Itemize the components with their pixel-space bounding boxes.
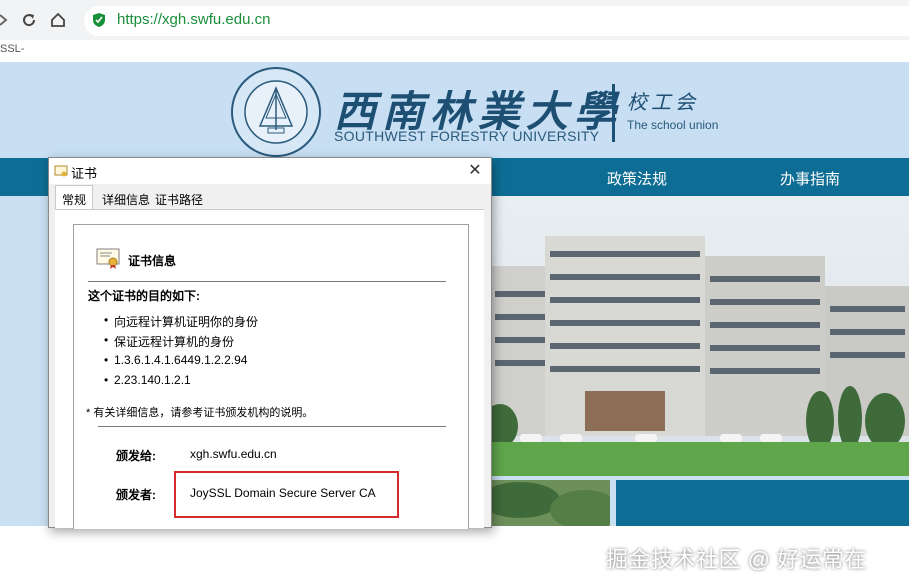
browser-toolbar: https://xgh.swfu.edu.cn	[0, 0, 909, 40]
certificate-info-box: 证书信息 这个证书的目的如下: 向远程计算机证明你的身份 保证远程计算机的身份 …	[73, 224, 469, 529]
tab-cert-path[interactable]: 证书路径	[155, 191, 203, 208]
tab-details[interactable]: 详细信息	[102, 191, 150, 208]
bullet-dot: •	[104, 333, 109, 347]
purpose-item: 保证远程计算机的身份	[114, 335, 235, 349]
info-note: * 有关详细信息，请参考证书颁发机构的说明。	[86, 407, 314, 419]
certificate-dialog: 证书 ✕ 常规 详细信息 证书路径 证书信息 这个证书的目的如下: 向远程计算机…	[48, 157, 492, 529]
header-divider	[612, 84, 615, 142]
nav-item-guide[interactable]: 办事指南	[780, 168, 840, 189]
thumbnail-photo[interactable]	[490, 480, 610, 526]
university-emblem-icon	[231, 67, 321, 157]
watermark-text: 掘金技术社区 @ 好运常在	[606, 547, 868, 572]
bullet-dot: •	[104, 313, 109, 327]
union-name-en: The school union	[627, 118, 719, 132]
close-button[interactable]: ✕	[465, 161, 485, 181]
purpose-item: 2.23.140.1.2.1	[114, 373, 191, 387]
forward-icon[interactable]	[0, 9, 14, 31]
secure-shield-icon[interactable]	[92, 12, 106, 28]
bookmarks-bar: SSL-	[0, 40, 909, 63]
bullet-dot: •	[104, 373, 109, 387]
tab-general[interactable]: 常规	[62, 191, 86, 208]
site-header: 西南林業大學 SOUTHWEST FORESTRY UNIVERSITY 校工会…	[0, 62, 909, 158]
highlight-box	[174, 471, 399, 518]
news-panel	[616, 480, 909, 526]
url-text[interactable]: https://xgh.swfu.edu.cn	[117, 11, 270, 28]
purpose-item: 向远程计算机证明你的身份	[114, 315, 259, 329]
campus-photo	[490, 196, 909, 476]
home-icon[interactable]	[47, 9, 69, 31]
dialog-titlebar: 证书 ✕	[49, 158, 491, 184]
reload-icon[interactable]	[18, 9, 40, 31]
purpose-item: 1.3.6.1.4.1.6449.1.2.2.94	[114, 353, 248, 367]
general-panel: 证书信息 这个证书的目的如下: 向远程计算机证明你的身份 保证远程计算机的身份 …	[55, 209, 484, 529]
separator	[98, 426, 446, 427]
purpose-title: 这个证书的目的如下:	[88, 289, 200, 303]
bookmark-item[interactable]: SSL-	[0, 43, 24, 55]
issued-to-label: 颁发给:	[116, 449, 156, 463]
separator	[88, 281, 446, 282]
certificate-info-title: 证书信息	[128, 254, 177, 268]
union-name-cn: 校工会	[627, 90, 699, 114]
nav-item-policy[interactable]: 政策法规	[607, 168, 667, 189]
issued-by-label: 颁发者:	[116, 488, 156, 502]
certificate-icon	[54, 165, 68, 177]
dialog-title: 证书	[71, 166, 98, 181]
bullet-dot: •	[104, 353, 109, 367]
certificate-info-icon	[96, 248, 120, 269]
issued-to-value: xgh.swfu.edu.cn	[190, 447, 277, 461]
university-name-en: SOUTHWEST FORESTRY UNIVERSITY	[334, 128, 600, 144]
